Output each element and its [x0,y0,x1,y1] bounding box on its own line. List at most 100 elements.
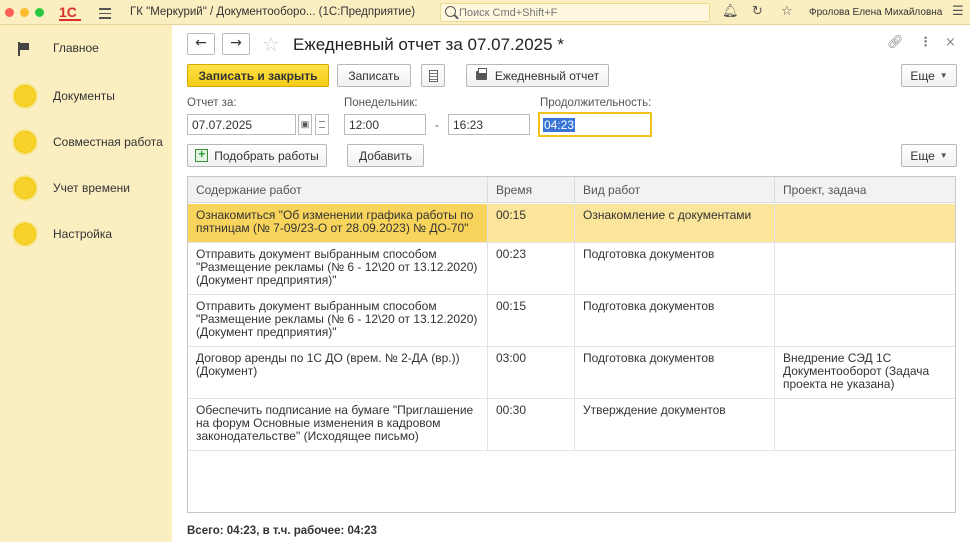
calendar-icon[interactable]: ▣ [298,114,312,135]
sidebar-item-label: Главное [53,41,99,55]
save-button[interactable]: Записать [337,64,411,87]
cell-project [775,295,955,346]
cell-content: Договор аренды по 1С ДО (врем. № 2-ДА (в… [188,347,488,398]
table-row[interactable]: Ознакомиться "Об изменении графика работ… [188,204,955,243]
cell-kind: Подготовка документов [575,243,775,294]
page-title: Ежедневный отчет за 07.07.2025 * [293,35,564,54]
sidebar-item-label: Настройка [53,227,113,241]
pick-works-label: Подобрать работы [214,148,319,163]
sidebar-item-main[interactable]: Главное [0,31,172,67]
search-icon [445,6,456,17]
back-button[interactable]: ← [187,33,215,55]
duration-field[interactable]: 04:23 [538,112,652,137]
cell-project [775,243,955,294]
save-and-close-button[interactable]: Записать и закрыть [187,64,329,87]
more-button[interactable]: Еще ▼ [901,64,957,87]
maximize-window-icon[interactable] [35,8,44,17]
main-panel: ← → ☆ Ежедневный отчет за 07.07.2025 * 🔗… [172,25,970,542]
weekday-label: Понедельник: [344,97,418,109]
table-row[interactable]: Обеспечить подписание на бумаге "Приглаш… [188,399,955,451]
cell-time: 00:30 [488,399,575,450]
time-to-field[interactable]: 16:23 [448,114,530,135]
cell-content: Отправить документ выбранным способом "Р… [188,243,488,294]
chevron-down-icon: ▼ [939,151,948,160]
user-name[interactable]: Фролова Елена Михайловна [809,7,942,18]
sidebar-item-collaboration[interactable]: Совместная работа [0,125,172,161]
cell-time: 03:00 [488,347,575,398]
sidebar-item-documents[interactable]: Документы [0,79,172,115]
cell-time: 00:23 [488,243,575,294]
report-for-label: Отчет за: [187,97,237,109]
close-window-icon[interactable] [5,8,14,17]
circle-icon [12,221,38,247]
flag-icon [18,42,32,56]
more-vertical-icon[interactable]: ⋮ [919,35,932,50]
chevron-down-icon: ▼ [939,71,948,80]
list-icon [428,69,438,82]
cell-kind: Подготовка документов [575,295,775,346]
column-header-time[interactable]: Время [488,177,575,203]
column-header-kind[interactable]: Вид работ [575,177,775,203]
date-spinner[interactable] [315,114,329,135]
work-table: Содержание работ Время Вид работ Проект,… [187,176,956,513]
global-search[interactable] [440,3,710,22]
sidebar-item-settings[interactable]: Настройка [0,217,172,253]
sidebar-item-label: Документы [53,89,115,103]
sidebar: Главное Документы Совместная работа Учет… [0,25,172,542]
search-input[interactable] [459,5,699,20]
history-icon[interactable]: ↻ [752,4,763,19]
cell-content: Обеспечить подписание на бумаге "Приглаш… [188,399,488,450]
pick-works-button[interactable]: Подобрать работы [187,144,327,167]
table-header: Содержание работ Время Вид работ Проект,… [188,177,955,203]
total-summary: Всего: 04:23, в т.ч. рабочее: 04:23 [187,525,377,537]
cell-project [775,204,955,242]
table-row[interactable]: Договор аренды по 1С ДО (врем. № 2-ДА (в… [188,347,955,399]
cell-kind: Утверждение документов [575,399,775,450]
forward-button[interactable]: → [222,33,250,55]
minimize-window-icon[interactable] [20,8,29,17]
favorites-star-icon[interactable]: ☆ [781,4,793,19]
cell-content: Ознакомиться "Об изменении графика работ… [188,204,488,242]
cell-project: Внедрение СЭД 1С Документооборот (Задача… [783,351,930,391]
logo-underline [59,19,81,21]
cell-content: Отправить документ выбранным способом "Р… [188,295,488,346]
cell-time: 00:15 [488,295,575,346]
cell-time: 00:15 [488,204,575,242]
duration-value: 04:23 [543,118,576,132]
cell-project [775,399,955,450]
sidebar-item-label: Учет времени [53,181,130,195]
daily-report-label: Ежедневный отчет [494,68,600,83]
circle-icon [12,129,38,155]
favorite-star-icon[interactable]: ☆ [262,32,280,56]
more-label: Еще [910,68,935,83]
column-header-project[interactable]: Проект, задача [775,177,955,203]
sidebar-item-time-tracking[interactable]: Учет времени [0,171,172,207]
print-icon [475,68,487,80]
settings-menu-icon[interactable]: ☰ [952,4,964,19]
add-icon [195,147,209,162]
add-button[interactable]: Добавить [347,144,424,167]
daily-report-button[interactable]: Ежедневный отчет [466,64,609,87]
app-title: ГК "Меркурий" / Документооборо... (1С:Пр… [130,6,416,18]
time-range-dash: - [435,118,439,132]
table-more-button[interactable]: Еще ▼ [901,144,957,167]
column-header-content[interactable]: Содержание работ [188,177,488,203]
link-icon[interactable]: 🔗︎ [887,35,904,50]
circle-icon [12,83,38,109]
report-date-field[interactable]: 07.07.2025 [187,114,296,135]
table-row[interactable]: Отправить документ выбранным способом "Р… [188,243,955,295]
more-label: Еще [910,148,935,163]
sidebar-item-label: Совместная работа [53,135,163,149]
table-row[interactable]: Отправить документ выбранным способом "Р… [188,295,955,347]
duration-label: Продолжительность: [540,97,652,109]
close-icon[interactable]: × [945,35,956,50]
list-button[interactable] [421,64,445,87]
menu-icon[interactable] [99,8,111,19]
cell-kind: Ознакомление с документами [575,204,775,242]
bell-icon[interactable]: 🔔︎ [722,4,739,19]
title-bar: 1С ГК "Меркурий" / Документооборо... (1С… [0,0,970,25]
time-from-field[interactable]: 12:00 [344,114,426,135]
app-logo: 1С [59,4,77,20]
circle-icon [12,175,38,201]
cell-kind: Подготовка документов [575,347,775,398]
